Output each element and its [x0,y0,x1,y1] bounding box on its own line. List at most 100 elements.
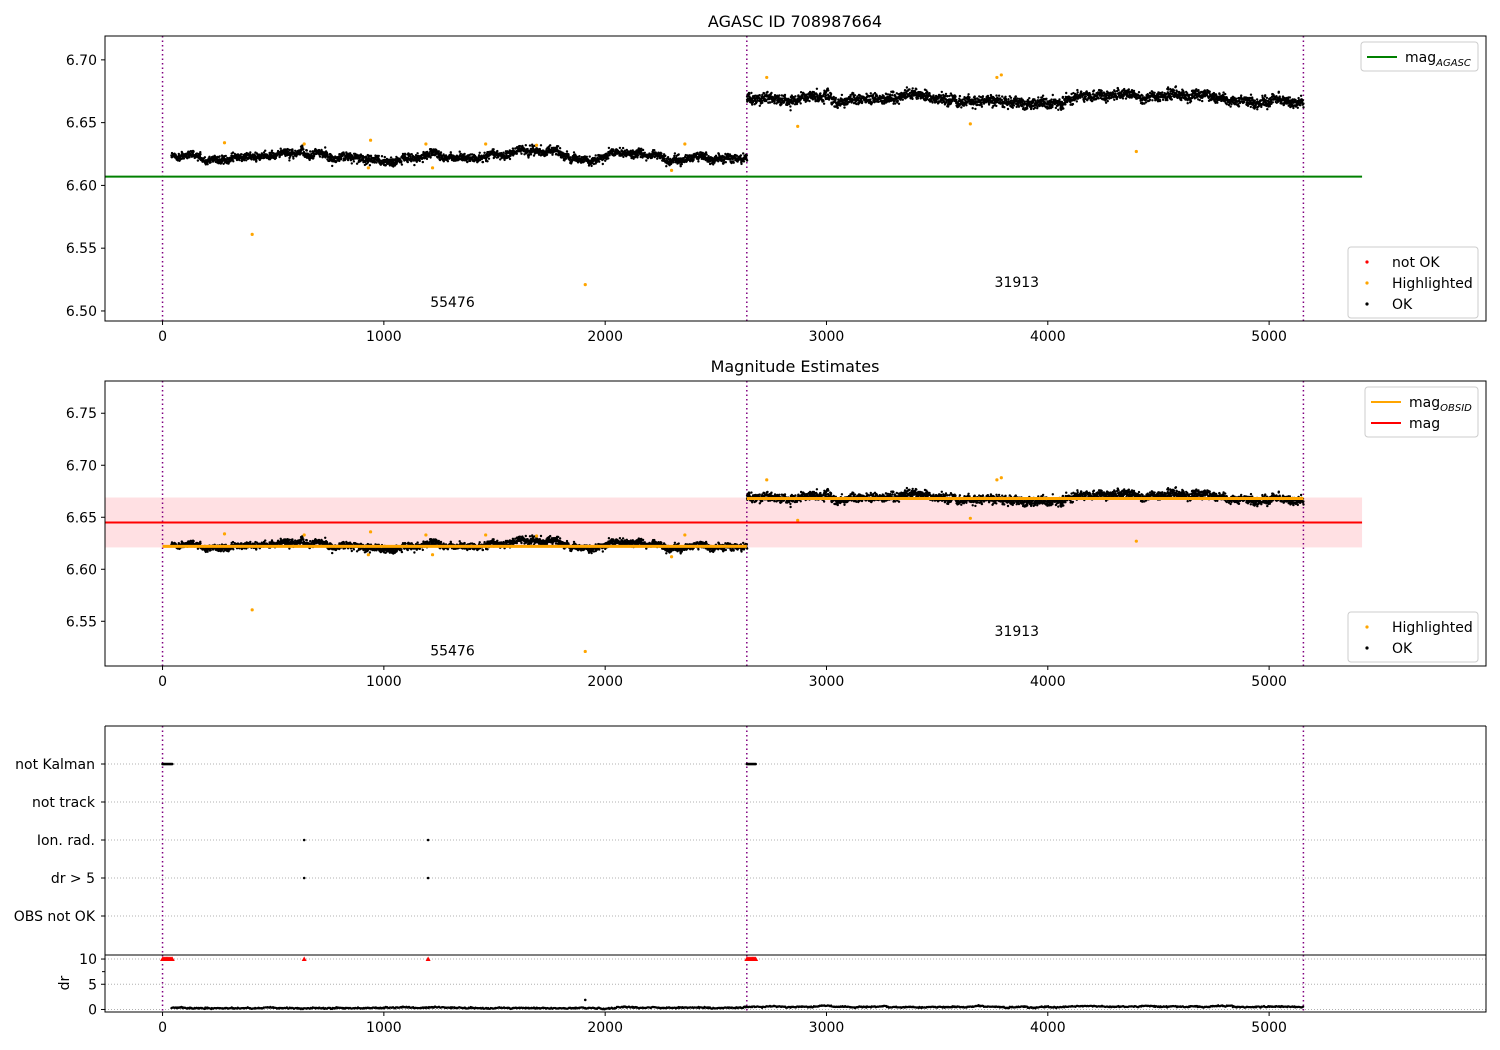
p1-ok-point [1166,98,1169,102]
p1-ok-point [971,107,974,110]
p1-ok-point [1224,92,1227,96]
p1-ok-point [421,160,424,164]
p1-ok-point [664,154,667,157]
p1-ok-point [1083,100,1086,104]
p1-ok-point [1170,98,1174,101]
p1-ok-point [653,149,656,152]
p1-ok-point [598,160,601,163]
p1-ok-point [1114,92,1117,95]
p1-ok-point [948,94,951,98]
p1-ok-point [429,156,432,159]
p1-ok-point [1158,99,1162,103]
p1-ok-point [389,156,393,159]
p1-ok-point [1180,98,1183,102]
p1-ok-point [965,104,968,107]
p1-ok-point [383,155,386,159]
p1-ok-point [704,151,708,154]
p1-ok-point [557,145,560,148]
p1-ok-point [1064,103,1067,106]
p1-ok-point [915,88,918,91]
p1-ok-point [545,153,549,156]
p1-ok-point [539,144,543,147]
p1-ok-point [1051,93,1055,97]
p1-ok-point [437,150,440,153]
p1-ok-point [960,106,963,109]
p1-ok-point [1218,92,1221,96]
p1-ok-point [1036,107,1039,110]
p1-ok-point [987,103,991,106]
p1-ok-point [758,94,761,97]
p1-ok-point [218,155,221,158]
p1-ok-point [1253,99,1257,102]
p1-ok-point [815,87,819,91]
p1-ok-point [413,163,416,167]
p1-ok-point [1009,96,1013,100]
p1-ok-point [206,163,209,166]
p1-ok-point [478,151,481,154]
p1-ok-point [279,147,282,150]
p1-ok-point [1079,96,1082,99]
p1-ok-point [1230,103,1233,106]
p1-ok-point [808,99,811,103]
p1-ok-point [264,149,267,152]
p1-ok-point [677,153,680,156]
p1-ok-point [660,152,663,155]
p1-ok-point [1007,98,1010,101]
p1-ok-point [377,154,380,158]
p1-ok-point [886,93,890,96]
p1-ok-point [911,87,914,90]
p1-ok-point [705,153,708,156]
p1-ok-point [742,152,745,155]
p1-ok-point [783,93,787,97]
p1-ok-point [717,160,720,163]
p1-ok-point [1256,108,1259,111]
p1-ok-point [492,148,495,151]
p1-ok-point [1084,95,1088,98]
p1-ok-point [829,93,833,96]
p1-ok-point [944,92,948,96]
p1-ok-point [318,155,322,158]
p1-ok-point [1041,94,1045,97]
p1-ok-point [565,150,569,153]
p1-ok-point [1006,107,1010,111]
p1-ok-point [875,94,879,98]
p1-ok-point [995,94,998,97]
p1-ok-point [594,154,597,157]
p1-ok-point [1037,96,1040,99]
p1-ok-point [601,162,604,166]
p1-ok-point [551,153,554,156]
p1-ok-point [1045,97,1048,101]
p1-ok-point [742,160,746,163]
p1-ok-point [1124,97,1128,100]
p1-ok-point [641,148,645,152]
p1-ok-point [789,109,792,112]
p1-ok-point [458,150,461,153]
p1-ok-point [1237,105,1241,108]
p1-ok-point [1189,100,1193,103]
p1-ok-point [692,158,695,162]
p1-ok-point [310,153,313,157]
p1-ok-point [958,94,962,98]
p1-ok-point [1113,98,1116,102]
p1-ok-point [425,157,429,161]
p1-ok-point [1249,105,1253,109]
p1-ok-point [1260,105,1263,109]
p1-ok-point [395,162,398,165]
p1-ok-point [1003,106,1006,109]
p1-ok-point [780,103,783,106]
p1-ok-point [665,165,668,168]
p1-ok-point [1144,101,1148,104]
p1-ok-point [778,94,781,97]
p1-ok-point [331,164,334,168]
p1-ok-point [196,159,200,162]
p1-ok-point [967,93,970,96]
p1-ok-point [892,90,895,94]
p1-ok-point [808,90,812,94]
p1-ok-point [1264,94,1267,97]
p1-ok-point [663,157,666,160]
p1-ok-point [618,146,622,150]
p1-ok-point [911,97,914,101]
p1-ok-point [819,92,822,95]
p1-ok-point [518,144,522,148]
p1-ok-point [607,157,610,160]
